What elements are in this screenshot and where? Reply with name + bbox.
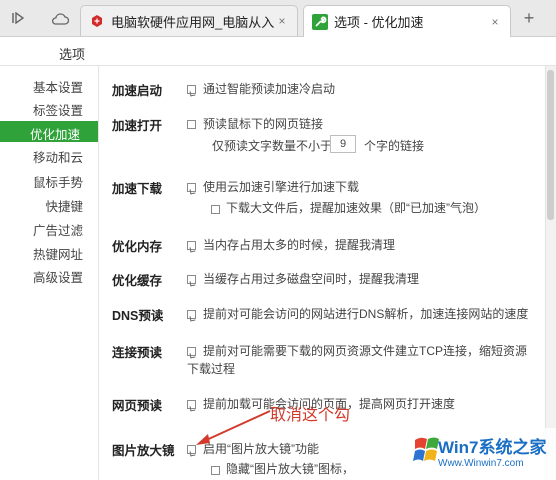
tab-title: 选项 - 优化加速 [334,15,424,30]
label-optimize-memory: 优化内存 [112,240,163,254]
desc-optimize-cache: 当缓存占用过多磁盘空间时，提醒我清理 [203,272,420,286]
desc-image-zoom: 启用“图片放大镜”功能 [203,442,319,456]
tab-options[interactable]: 选项 - 优化加速 × [303,5,511,37]
tab-bar: 电脑软硬件应用网_电脑从入门 × 选项 - 优化加速 × + [0,0,556,37]
checkbox-speed-open[interactable] [187,120,196,129]
label-image-zoom: 图片放大镜 [112,444,175,458]
cloud-icon[interactable] [50,8,70,28]
desc-optimize-memory: 当内存占用太多的时候，提醒我清理 [203,238,396,252]
sidebar-item-hotkey-url[interactable]: 热键网址 [33,244,83,263]
label-connect-prefetch: 连接预读 [112,346,163,360]
sidebar-item-shortcuts[interactable]: 快捷键 [45,196,83,215]
desc-connect-prefetch-line1: 提前对可能需要下载的网页资源文件建立TCP连接，缩短资源 [203,344,528,358]
checkbox-connect-prefetch[interactable] [187,347,196,356]
options-sidebar: 基本设置 标签设置 优化加速 移动和云 鼠标手势 快捷键 广告过滤 热键网址 高… [0,66,99,480]
desc-download-notify: 下载大文件后，提醒加速效果（即“已加速”气泡） [226,201,486,215]
new-tab-button[interactable]: + [519,7,539,29]
site-favicon-icon [89,13,105,29]
tab-website[interactable]: 电脑软硬件应用网_电脑从入门 × [80,5,298,36]
scrollbar-thumb[interactable] [547,70,554,220]
checkbox-dns-prefetch[interactable] [187,310,196,319]
tab-close-icon[interactable]: × [275,14,289,28]
tab-close-icon[interactable]: × [488,15,502,29]
desc-connect-prefetch-line2: 下载过程 [187,362,236,376]
watermark-url: Www.Winwin7.com [438,458,524,469]
label-dns-prefetch: DNS预读 [112,309,164,323]
sidebar-item-mouse-gesture[interactable]: 鼠标手势 [33,172,83,191]
desc-dns-prefetch: 提前对可能会访问的网站进行DNS解析，加速连接网站的速度 [203,307,529,321]
watermark-text: Win7系统之家 [438,438,547,457]
desc-speed-open: 预读鼠标下的网页链接 [203,117,324,131]
checkbox-speed-start[interactable] [187,85,196,94]
desc-min-words-prefix: 仅预读文字数量不小于 [212,139,333,153]
options-header: 选项 [0,37,556,66]
page-title: 选项 [59,47,86,62]
label-speed-download: 加速下载 [112,182,163,196]
checkbox-optimize-cache[interactable] [187,275,196,284]
sidebar-item-ad-filter[interactable]: 广告过滤 [33,220,83,239]
desc-speed-start: 通过智能预读加速冷启动 [203,82,336,96]
desc-min-words-suffix: 个字的链接 [364,139,425,153]
label-page-prefetch: 网页预读 [112,399,163,413]
checkbox-download-notify[interactable] [211,205,220,214]
checkbox-image-zoom[interactable] [187,445,196,454]
sidebar-item-label: 优化加速 [30,128,81,142]
desc-speed-download: 使用云加速引擎进行加速下载 [203,180,360,194]
label-speed-open: 加速打开 [112,119,163,133]
sidebar-item-basic[interactable]: 基本设置 [33,77,83,96]
label-speed-start: 加速启动 [112,84,163,98]
wrench-icon [312,13,328,30]
sidebar-item-tabs[interactable]: 标签设置 [33,100,83,119]
checkbox-speed-download[interactable] [187,183,196,192]
min-words-input[interactable]: 9 [330,135,356,153]
checkbox-optimize-memory[interactable] [187,241,196,250]
tab-title: 电脑软硬件应用网_电脑从入门 [111,14,275,30]
sidebar-toggle-icon[interactable] [8,8,28,28]
sidebar-item-optimize[interactable]: 优化加速 [0,121,98,142]
sidebar-item-mobile-cloud[interactable]: 移动和云 [33,147,83,166]
desc-hide-zoom-icon: 隐藏“图片放大镜”图标， [226,462,354,476]
annotation-text: 取消这个勾 [270,407,351,424]
label-optimize-cache: 优化缓存 [112,274,163,288]
sidebar-item-advanced[interactable]: 高级设置 [33,267,83,286]
checkbox-hide-zoom-icon[interactable] [211,466,220,475]
